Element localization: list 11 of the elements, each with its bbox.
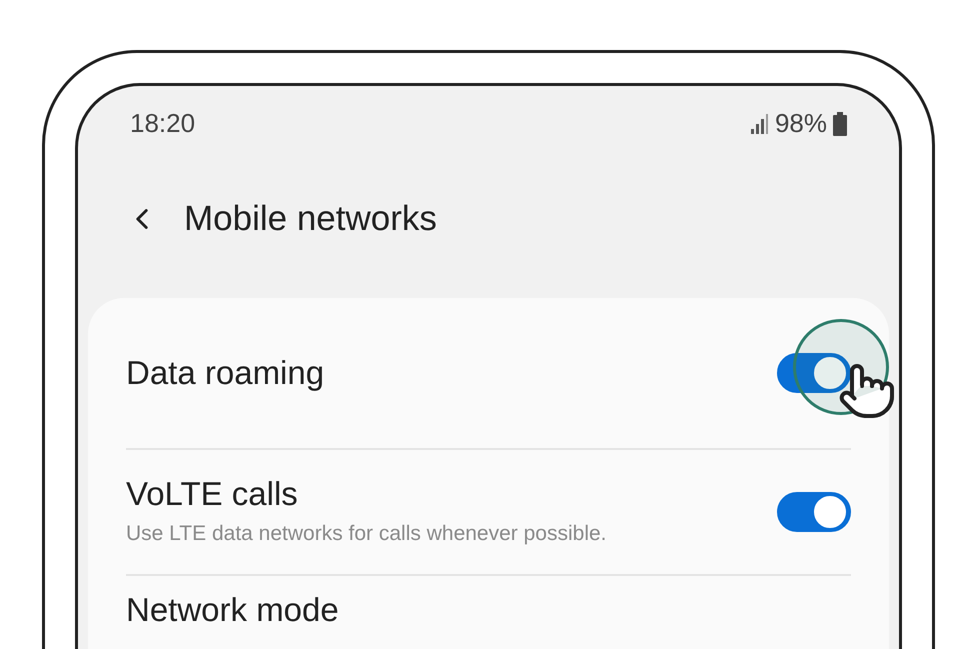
- page-title: Mobile networks: [184, 198, 437, 240]
- battery-icon: [833, 112, 847, 136]
- setting-title[interactable]: VoLTE calls: [126, 474, 606, 514]
- setting-description: Use LTE data networks for calls whenever possible.: [126, 520, 606, 547]
- setting-title[interactable]: Data roaming: [126, 352, 324, 392]
- toggle-switch[interactable]: [777, 492, 851, 532]
- status-time: 18:20: [130, 107, 196, 140]
- toggle-switch[interactable]: [777, 352, 851, 392]
- setting-title[interactable]: Network mode: [126, 590, 339, 630]
- battery-percentage: 98%: [774, 107, 827, 140]
- signal-icon: [750, 114, 769, 134]
